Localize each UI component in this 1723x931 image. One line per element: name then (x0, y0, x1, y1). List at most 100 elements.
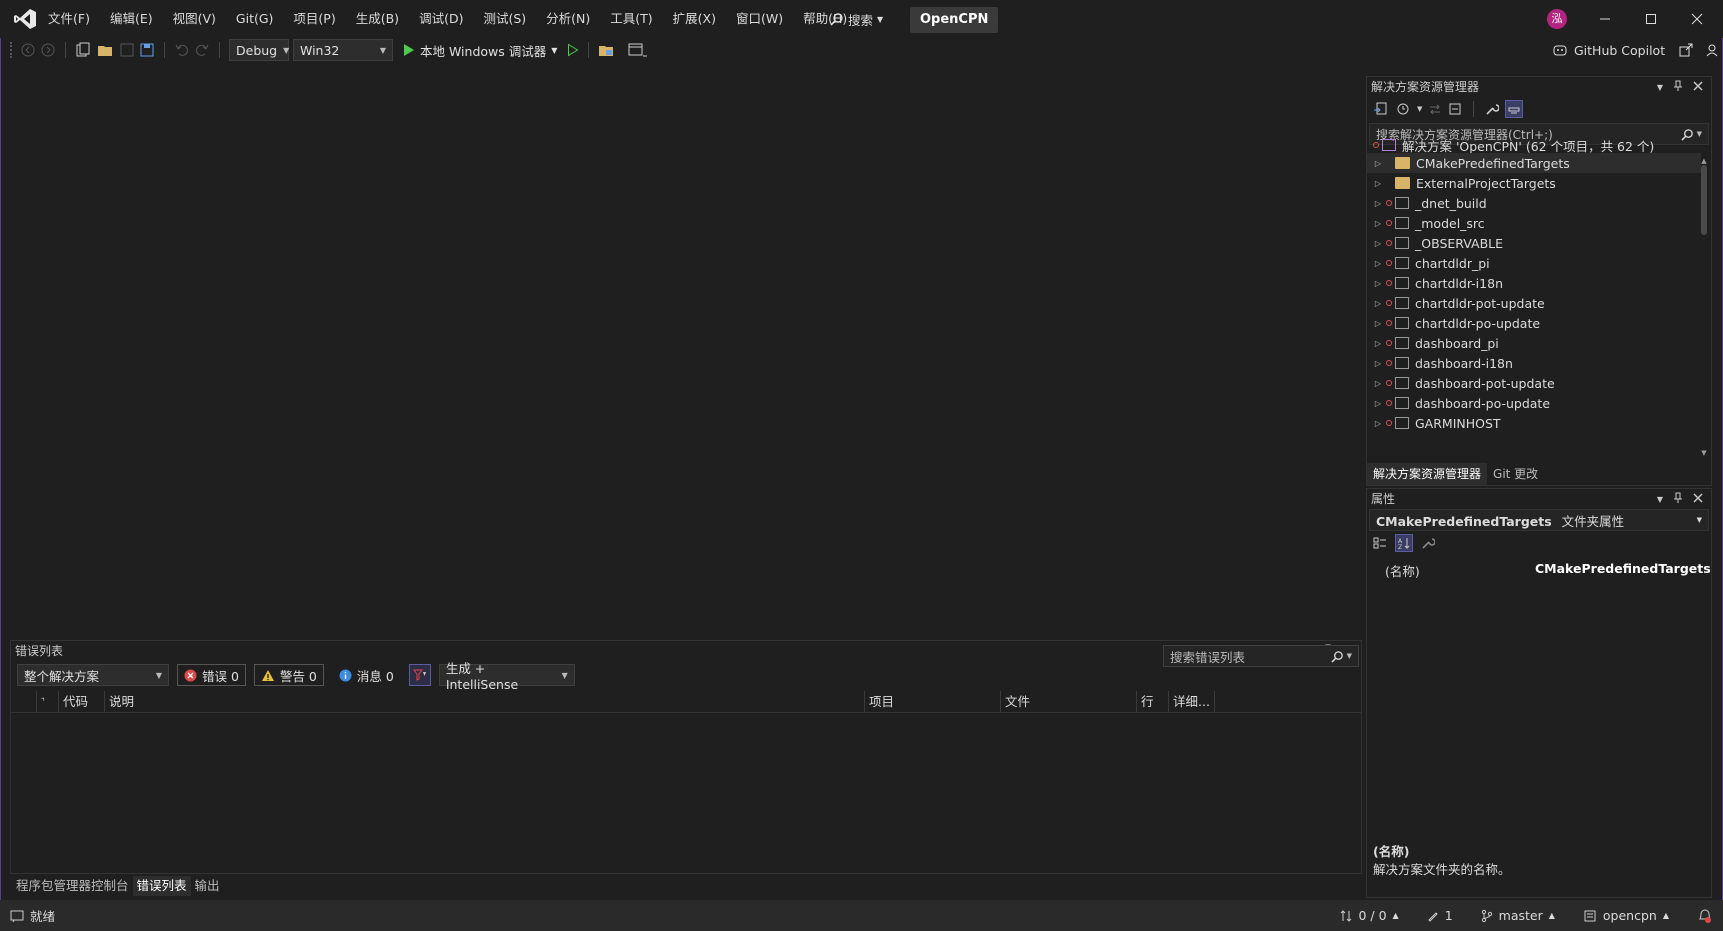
copilot-button[interactable]: GitHub Copilot (1574, 43, 1665, 58)
tree-item[interactable]: ▷ chartdldr_pi (1367, 253, 1701, 273)
menu-tools[interactable]: 工具(T) (600, 0, 662, 38)
chevron-down-icon[interactable]: ▼ (551, 46, 557, 55)
pending-changes-icon[interactable] (1395, 101, 1411, 117)
pin-icon[interactable] (1673, 492, 1683, 507)
column-details[interactable]: 详细... (1169, 691, 1215, 713)
menu-analyze[interactable]: 分析(N) (536, 0, 600, 38)
scroll-down-icon[interactable]: ▼ (1699, 449, 1709, 457)
search-menu-button[interactable]: 搜索 ▼ (830, 0, 883, 38)
vertical-scrollbar[interactable]: ▲ ▼ (1699, 157, 1709, 457)
menu-file[interactable]: 文件(F) (38, 0, 100, 38)
minimize-button[interactable] (1582, 0, 1628, 38)
source-select[interactable]: 生成 + IntelliSense ▼ (438, 661, 575, 692)
tree-item[interactable]: ▷ dashboard_pi (1367, 333, 1701, 353)
expand-arrow-icon[interactable]: ▷ (1373, 339, 1383, 348)
error-list-search-input[interactable]: 搜索错误列表 ▼ (1163, 645, 1359, 667)
tree-item[interactable]: ▷ dashboard-pot-update (1367, 373, 1701, 393)
menu-extensions[interactable]: 扩展(X) (663, 0, 726, 38)
menu-debug[interactable]: 调试(D) (409, 0, 473, 38)
tree-item[interactable]: ▷ _model_src (1367, 213, 1701, 233)
maximize-button[interactable] (1628, 0, 1674, 38)
messages-filter-button[interactable]: 消息 0 (332, 664, 401, 686)
editor-area[interactable] (4, 64, 1361, 638)
undo-icon[interactable] (174, 42, 190, 58)
tree-item[interactable]: ▷ CMakePredefinedTargets (1367, 153, 1701, 173)
close-icon[interactable] (1693, 492, 1703, 506)
menu-test[interactable]: 测试(S) (473, 0, 536, 38)
expand-arrow-icon[interactable]: ▷ (1373, 159, 1383, 168)
expand-arrow-icon[interactable]: ▷ (1373, 419, 1383, 428)
sync-view-icon[interactable] (1373, 101, 1389, 117)
switch-views-icon[interactable] (1428, 102, 1442, 116)
expand-arrow-icon[interactable]: ▷ (1373, 299, 1383, 308)
redo-icon[interactable] (194, 42, 210, 58)
start-debugging-button[interactable]: 本地 Windows 调试器 ▼ (403, 41, 557, 60)
navigate-forward-icon[interactable] (40, 42, 56, 58)
save-icon[interactable] (119, 42, 135, 58)
expand-arrow-icon[interactable]: ▷ (1373, 359, 1383, 368)
layout-icon[interactable] (628, 42, 648, 58)
git-sync-status[interactable]: 0 / 0 ▲ (1340, 908, 1399, 923)
notifications-button[interactable] (1697, 908, 1713, 924)
configuration-select[interactable]: Debug ▼ (229, 39, 289, 61)
scrollbar-thumb[interactable] (1701, 165, 1707, 235)
column-code[interactable]: 代码 (59, 691, 105, 713)
expand-arrow-icon[interactable]: ▷ (1373, 399, 1383, 408)
tree-item[interactable]: ▷ dashboard-i18n (1367, 353, 1701, 373)
column-file[interactable]: 文件 (1001, 691, 1137, 713)
tree-item[interactable]: ▷ dashboard-po-update (1367, 393, 1701, 413)
tree-item[interactable]: ▷ _dnet_build (1367, 193, 1701, 213)
property-value[interactable]: CMakePredefinedTargets (1527, 561, 1711, 581)
expand-arrow-icon[interactable]: ▷ (1373, 199, 1383, 208)
property-row[interactable]: (名称) CMakePredefinedTargets (1367, 561, 1711, 581)
expand-arrow-icon[interactable]: ▷ (1373, 379, 1383, 388)
scroll-up-icon[interactable]: ▲ (1699, 157, 1709, 165)
git-repo-status[interactable]: opencpn ▲ (1583, 908, 1669, 923)
properties-wrench-icon[interactable] (1485, 102, 1500, 116)
filter-button[interactable] (408, 664, 431, 686)
navigate-back-icon[interactable] (20, 42, 36, 58)
close-icon[interactable] (1693, 80, 1703, 94)
property-pages-icon[interactable] (1421, 536, 1435, 550)
platform-select[interactable]: Win32 ▼ (293, 39, 393, 61)
expand-arrow-icon[interactable]: ▷ (1373, 259, 1383, 268)
start-without-debugging-icon[interactable] (567, 43, 579, 57)
share-icon[interactable] (1679, 43, 1693, 57)
tree-item[interactable]: ▷ GARMINHOST (1367, 413, 1701, 433)
avatar[interactable]: 泓 (1547, 9, 1567, 29)
tab-git-changes[interactable]: Git 更改 (1487, 463, 1544, 485)
solution-root-node[interactable]: 解决方案 'OpenCPN' (62 个项目，共 62 个) (1373, 135, 1654, 155)
visual-studio-logo-icon[interactable] (12, 7, 38, 31)
chevron-down-icon[interactable]: ▼ (1417, 105, 1422, 113)
severity-column[interactable] (11, 691, 37, 713)
alphabetical-sort-icon[interactable]: AZ (1395, 534, 1413, 552)
column-line[interactable]: 行 (1137, 691, 1169, 713)
open-folder-icon[interactable] (97, 42, 115, 58)
column-project[interactable]: 项目 (865, 691, 1001, 713)
tab-solution-explorer[interactable]: 解决方案资源管理器 (1367, 463, 1488, 485)
errors-filter-button[interactable]: 错误 0 (177, 664, 246, 686)
tree-item[interactable]: ▷ chartdldr-po-update (1367, 313, 1701, 333)
feedback-icon[interactable] (1705, 43, 1719, 57)
scope-select[interactable]: 整个解决方案 ▼ (17, 664, 169, 686)
panel-menu-icon[interactable]: ▼ (1657, 83, 1663, 92)
warnings-filter-button[interactable]: 警告 0 (253, 664, 324, 686)
save-all-icon[interactable] (139, 42, 155, 58)
property-object-select[interactable]: CMakePredefinedTargets 文件夹属性 ▼ (1369, 509, 1709, 531)
panel-menu-icon[interactable]: ▼ (1657, 495, 1663, 504)
menu-view[interactable]: 视图(V) (163, 0, 226, 38)
tab-output[interactable]: 输出 (191, 875, 224, 897)
tree-item[interactable]: ▷ ExternalProjectTargets (1367, 173, 1701, 193)
pending-edits-status[interactable]: 1 (1427, 908, 1453, 923)
close-button[interactable] (1674, 0, 1720, 38)
menu-git[interactable]: Git(G) (226, 0, 284, 38)
tab-package-manager-console[interactable]: 程序包管理器控制台 (12, 875, 133, 897)
sort-indicator-icon[interactable]: ⌝ (37, 691, 59, 713)
collapse-all-icon[interactable] (1448, 102, 1462, 116)
column-description[interactable]: 说明 (105, 691, 865, 713)
menu-edit[interactable]: 编辑(E) (100, 0, 163, 38)
new-project-icon[interactable] (75, 42, 93, 58)
folder-view-icon[interactable] (598, 42, 616, 58)
tree-item[interactable]: ▷ chartdldr-pot-update (1367, 293, 1701, 313)
menu-window[interactable]: 窗口(W) (726, 0, 793, 38)
